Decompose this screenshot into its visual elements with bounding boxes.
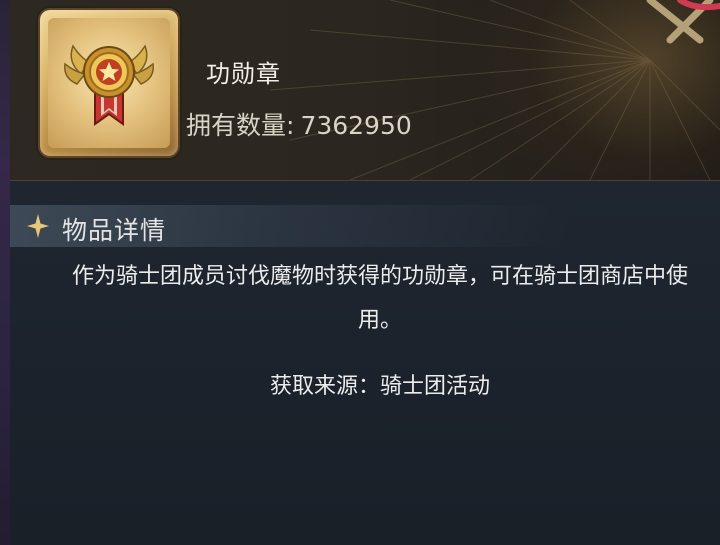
section-title: 物品详情 [62, 216, 167, 245]
item-name: 功勋章 [206, 60, 281, 88]
item-details-panel: 物品详情 作为骑士团成员讨伐魔物时获得的功勋章，可在骑士团商店中使用。 获取来源… [10, 181, 720, 545]
item-icon-background [48, 18, 170, 148]
item-icon-frame [40, 10, 178, 156]
item-detail-popup: 功勋章 拥有数量: 7362950 物品详情 作为骑士团成员讨伐魔物时获得的功勋章… [0, 0, 720, 545]
corner-cross-icon [646, 0, 720, 44]
item-source: 获取来源：骑士团活动 [269, 374, 490, 399]
item-count: 拥有数量: 7362950 [186, 106, 412, 142]
item-count-value: 7362950 [300, 111, 412, 140]
sparkle-star-icon [27, 214, 49, 238]
item-count-label: 拥有数量: [186, 111, 295, 140]
item-description: 作为骑士团成员讨伐魔物时获得的功勋章，可在骑士团商店中使用。 [71, 264, 688, 333]
section-header: 物品详情 [10, 205, 570, 247]
medal-icon [64, 44, 154, 126]
